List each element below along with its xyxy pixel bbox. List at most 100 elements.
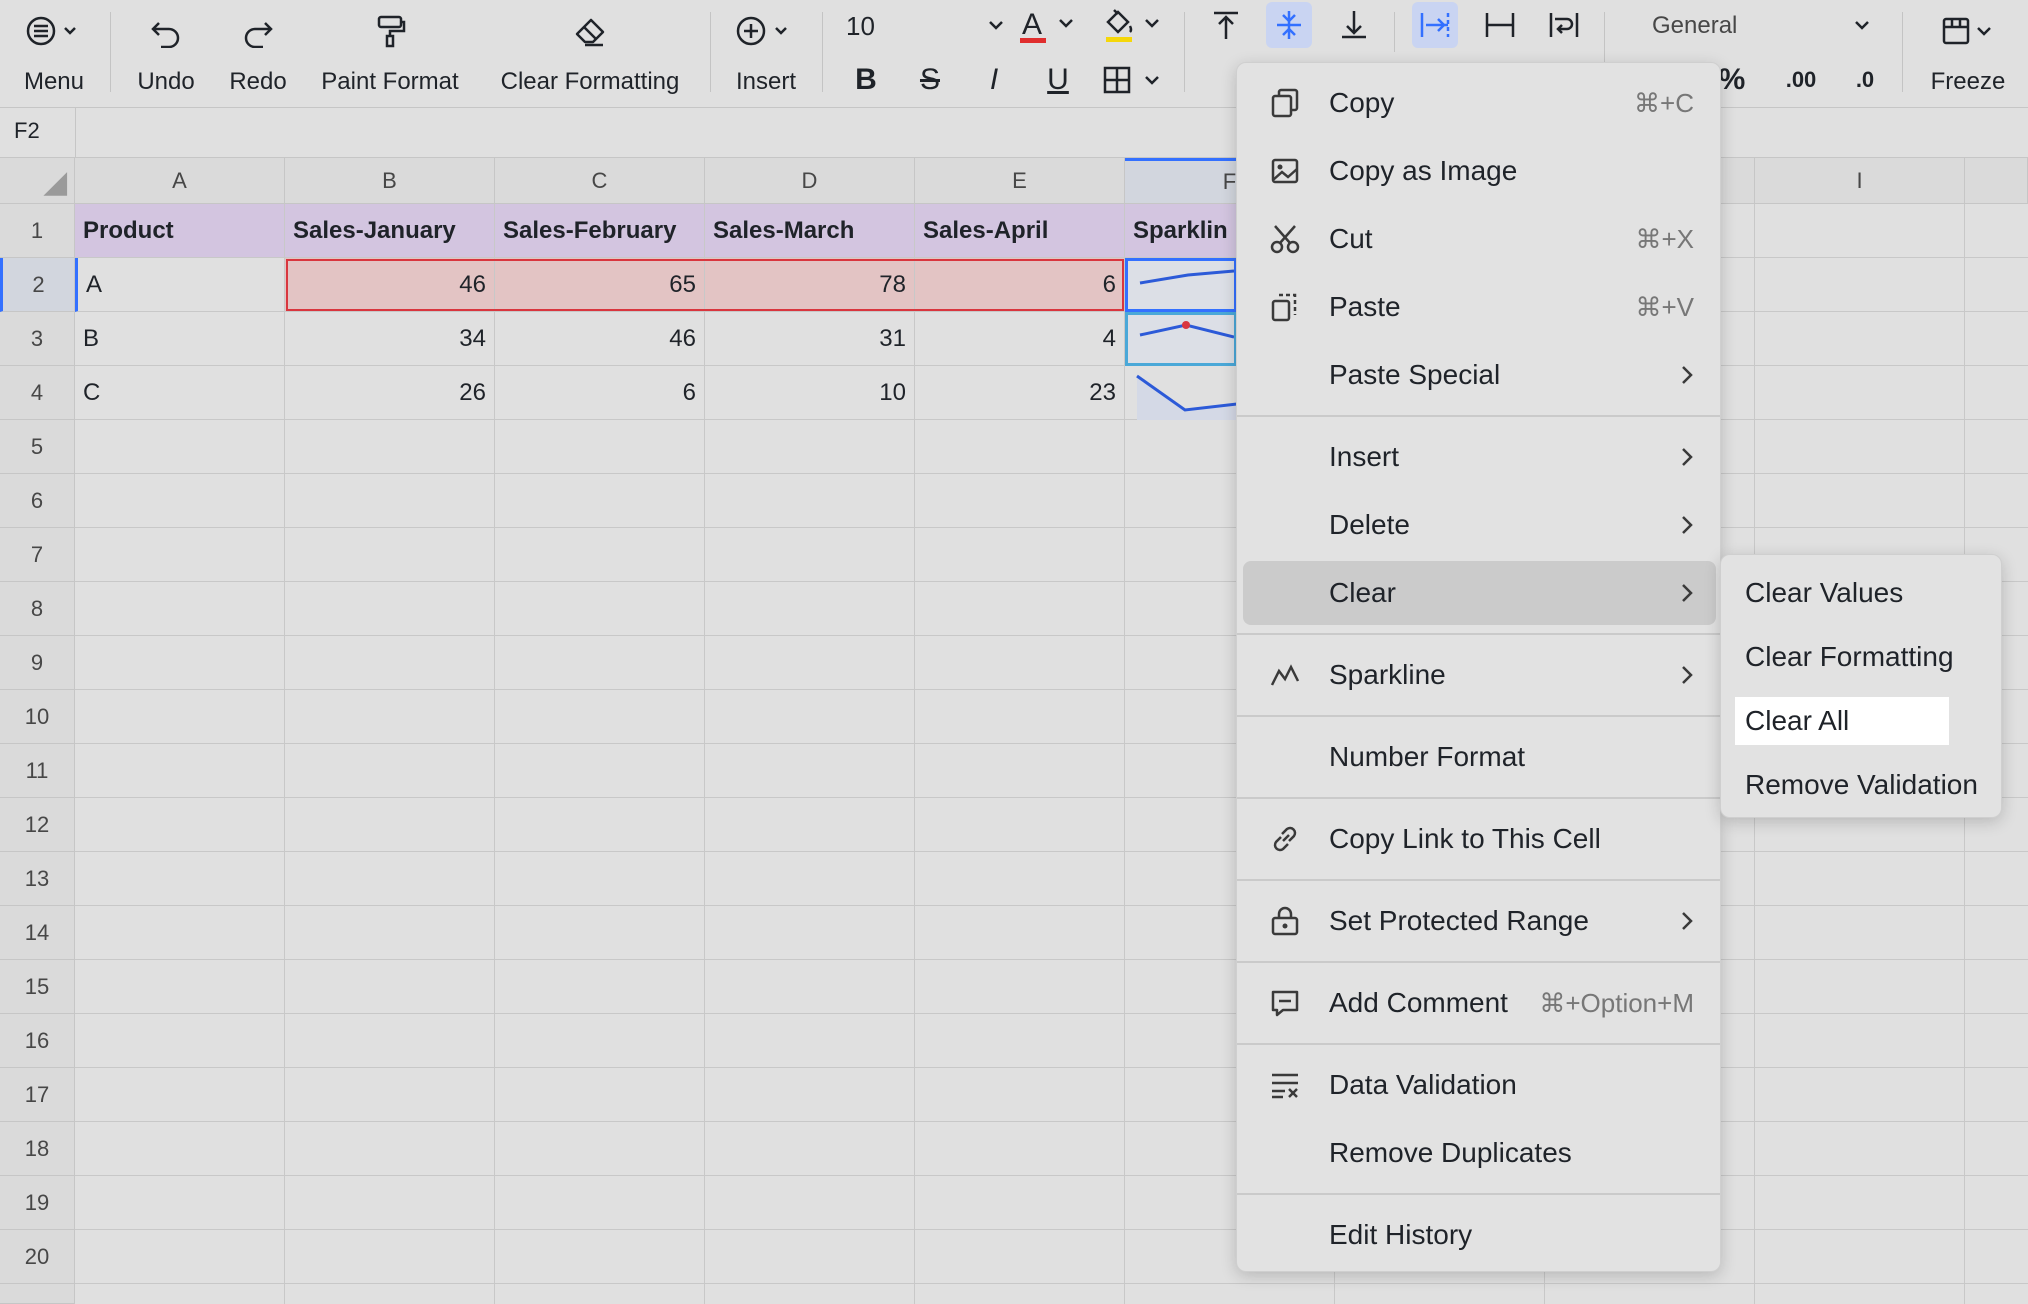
menu-item-copy-link[interactable]: Copy Link to This Cell [1243, 807, 1716, 871]
row-header-11[interactable]: 11 [0, 744, 75, 798]
row-header-9[interactable]: 9 [0, 636, 75, 690]
cell-e1[interactable]: Sales-April [915, 204, 1125, 258]
column-header-a[interactable]: A [75, 158, 285, 204]
menu-button[interactable]: Menu [14, 8, 94, 100]
row-header-12[interactable]: 12 [0, 798, 75, 852]
row-header-13[interactable]: 13 [0, 852, 75, 906]
cell-d4[interactable]: 10 [705, 366, 915, 420]
column-header-c[interactable]: C [495, 158, 705, 204]
menu-item-remove-duplicates[interactable]: Remove Duplicates [1243, 1121, 1716, 1185]
font-color-button[interactable]: A [1016, 4, 1082, 48]
cell-b3[interactable]: 34 [285, 312, 495, 366]
submenu-item-clear-formatting[interactable]: Clear Formatting [1735, 633, 1993, 681]
clear-formatting-button[interactable]: Clear Formatting [492, 8, 688, 100]
menu-item-set-protected-range[interactable]: Set Protected Range [1243, 889, 1716, 953]
column-header-i[interactable]: I [1755, 158, 1965, 204]
row-header-6[interactable]: 6 [0, 474, 75, 528]
row-header-8[interactable]: 8 [0, 582, 75, 636]
row-header-18[interactable]: 18 [0, 1122, 75, 1176]
menu-item-add-comment[interactable]: Add Comment ⌘+Option+M [1243, 971, 1716, 1035]
menu-item-delete[interactable]: Delete [1243, 493, 1716, 557]
cell-b1[interactable]: Sales-January [285, 204, 495, 258]
menu-item-paste[interactable]: Paste ⌘+V [1243, 275, 1716, 339]
cell-d2[interactable]: 78 [705, 258, 915, 312]
row-header-7[interactable]: 7 [0, 528, 75, 582]
menu-item-edit-history[interactable]: Edit History [1243, 1203, 1716, 1267]
insert-button[interactable]: Insert [730, 8, 802, 100]
text-wrap-button[interactable] [1544, 4, 1584, 46]
cell-b4[interactable]: 26 [285, 366, 495, 420]
clear-formatting-label: Clear Formatting [500, 68, 680, 95]
cell-e2[interactable]: 6 [915, 258, 1125, 312]
row-header-20[interactable]: 20 [0, 1230, 75, 1284]
align-bottom-button[interactable] [1334, 4, 1374, 46]
menu-divider [1237, 797, 1720, 799]
increase-decimal-button[interactable]: .00 [1776, 58, 1826, 102]
cell-a3[interactable]: B [75, 312, 285, 366]
menu-item-clear[interactable]: Clear [1243, 561, 1716, 625]
decrease-decimal-button[interactable]: .0 [1840, 58, 1890, 102]
row-header-2[interactable]: 2 [0, 258, 75, 312]
redo-button[interactable]: Redo [226, 8, 290, 100]
text-overflow-button[interactable] [1412, 2, 1458, 48]
select-all-corner[interactable] [0, 158, 75, 204]
menu-item-cut[interactable]: Cut ⌘+X [1243, 207, 1716, 271]
menu-item-paste-special[interactable]: Paste Special [1243, 343, 1716, 407]
cell-c4[interactable]: 6 [495, 366, 705, 420]
menu-item-label: Copy as Image [1329, 155, 1518, 186]
fill-color-button[interactable] [1100, 4, 1166, 48]
menu-item-data-validation[interactable]: Data Validation [1243, 1053, 1716, 1117]
paint-format-button[interactable]: Paint Format [316, 8, 464, 100]
chevron-right-icon [1682, 366, 1693, 384]
row-header-14[interactable]: 14 [0, 906, 75, 960]
cell-c1[interactable]: Sales-February [495, 204, 705, 258]
submenu-item-remove-validation[interactable]: Remove Validation [1735, 761, 1993, 809]
strikethrough-button[interactable]: S [910, 58, 950, 102]
row-header-16[interactable]: 16 [0, 1014, 75, 1068]
cell-a2[interactable]: A [75, 258, 285, 312]
cell-d3[interactable]: 31 [705, 312, 915, 366]
row-header-19[interactable]: 19 [0, 1176, 75, 1230]
borders-button[interactable] [1100, 58, 1166, 102]
row-header-3[interactable]: 3 [0, 312, 75, 366]
cell-a1[interactable]: Product [75, 204, 285, 258]
column-header-d[interactable]: D [705, 158, 915, 204]
submenu-item-clear-values[interactable]: Clear Values [1735, 569, 1993, 617]
align-top-button[interactable] [1206, 4, 1246, 46]
italic-button[interactable]: I [974, 58, 1014, 102]
font-size-select[interactable]: 10 [846, 6, 1006, 46]
menu-item-copy-as-image[interactable]: Copy as Image [1243, 139, 1716, 203]
column-header-e[interactable]: E [915, 158, 1125, 204]
cell-c3[interactable]: 46 [495, 312, 705, 366]
cell-reference[interactable]: F2 [14, 118, 40, 144]
row-header-1[interactable]: 1 [0, 204, 75, 258]
column-header-b[interactable]: B [285, 158, 495, 204]
row-header-15[interactable]: 15 [0, 960, 75, 1014]
menu-item-insert[interactable]: Insert [1243, 425, 1716, 489]
sparkline-cell-f4[interactable] [1125, 366, 1238, 420]
bold-button[interactable]: B [846, 58, 886, 102]
text-clip-button[interactable] [1480, 4, 1520, 46]
cell-c2[interactable]: 65 [495, 258, 705, 312]
menu-item-sparkline[interactable]: Sparkline [1243, 643, 1716, 707]
row-header-5[interactable]: 5 [0, 420, 75, 474]
cell-a4[interactable]: C [75, 366, 285, 420]
cell-d1[interactable]: Sales-March [705, 204, 915, 258]
cell-b2[interactable]: 46 [285, 258, 495, 312]
number-format-select[interactable]: General [1652, 8, 1872, 44]
submenu-item-clear-all[interactable]: Clear All [1735, 697, 1949, 745]
row-header-4[interactable]: 4 [0, 366, 75, 420]
sparkline-cell-f2[interactable] [1125, 258, 1237, 312]
freeze-button[interactable]: Freeze [1920, 8, 2016, 100]
sparkline-cell-f3[interactable] [1125, 312, 1237, 366]
menu-item-number-format[interactable]: Number Format [1243, 725, 1716, 789]
menu-item-copy[interactable]: Copy ⌘+C [1243, 71, 1716, 135]
row-header-10[interactable]: 10 [0, 690, 75, 744]
cell-e4[interactable]: 23 [915, 366, 1125, 420]
undo-button[interactable]: Undo [134, 8, 198, 100]
underline-button[interactable]: U [1038, 58, 1078, 102]
row-header-17[interactable]: 17 [0, 1068, 75, 1122]
column-header-blank[interactable] [1965, 158, 2028, 204]
align-middle-button[interactable] [1266, 2, 1312, 48]
cell-e3[interactable]: 4 [915, 312, 1125, 366]
